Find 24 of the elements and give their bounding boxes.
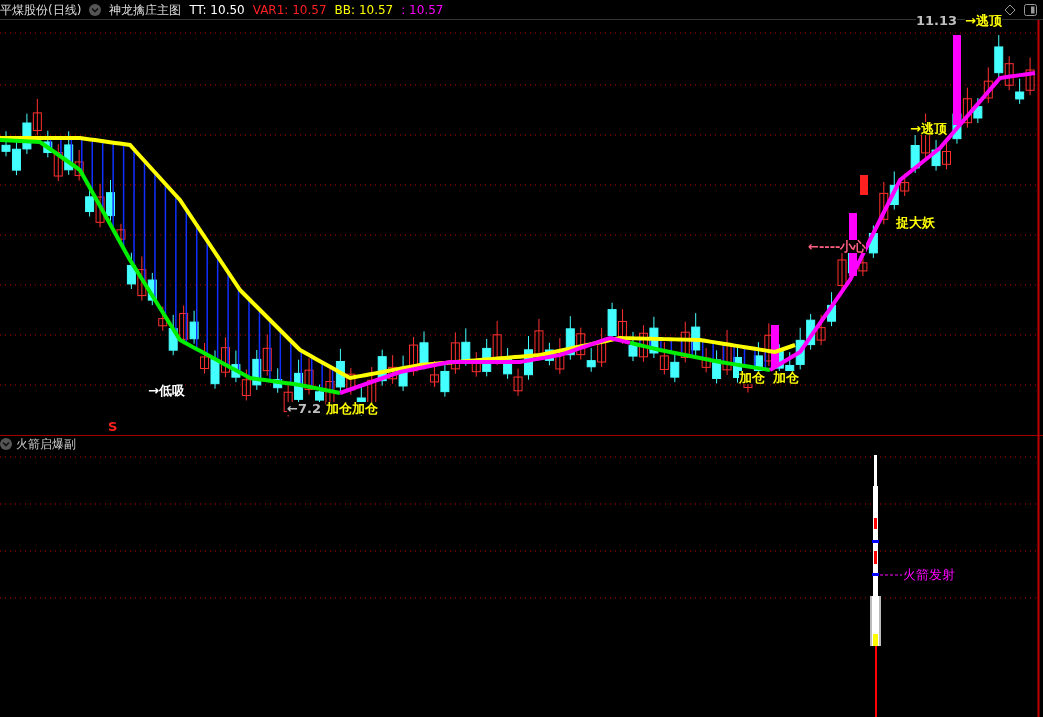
chart-annotation: 加仓 [773,371,799,384]
diamond-icon[interactable] [1004,3,1016,16]
indicator-value: VAR1: 10.57 [252,1,327,19]
chart-annotation: 11.13 [916,14,958,27]
indicator-value: : 10.57 [401,1,444,19]
chart-annotation: →逃顶 [965,14,1002,27]
chart-annotation: 加仓 [739,371,765,384]
chart-annotation: 捉大妖 [896,216,935,229]
indicator-value: BB: 10.57 [334,1,394,19]
indicator-value: TT: 10.50 [189,1,245,19]
chart-annotation: S [108,420,118,433]
leader-line [880,574,902,576]
chart-annotation: →低吸 [148,384,185,397]
chart-annotation: ←7.2 [287,402,321,415]
sub-panel-title: 火箭启爆副 [16,436,76,453]
stock-name: 平煤股份(日线) [0,1,82,19]
collapse-icon[interactable] [0,438,12,450]
rocket-launch-label: 火箭发射 [903,568,955,581]
chart-annotation: →逃顶 [910,122,947,135]
indicator-name: 神龙擒庄主图 [109,1,182,19]
chart-annotation: 加仓加仓 [326,402,378,415]
panel-toggle-icon[interactable] [1024,3,1037,16]
collapse-icon[interactable] [89,3,102,16]
chart-annotation: ←----小心 [808,240,867,253]
